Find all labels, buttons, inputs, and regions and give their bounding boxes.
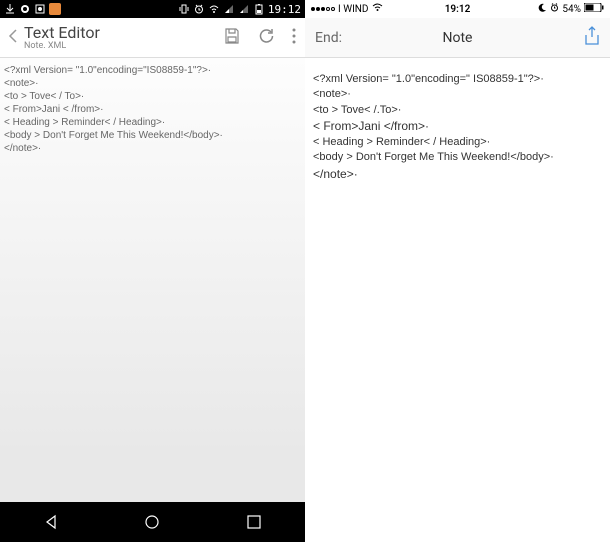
android-status-bar: 19:12	[0, 0, 305, 18]
code-line: <note>·	[313, 87, 602, 102]
code-line: <to > Tove< /.To>·	[313, 103, 602, 118]
save-icon[interactable]	[223, 27, 241, 49]
appbar-actions	[223, 27, 297, 49]
app-icon-1	[34, 3, 46, 15]
status-time: 19:12	[268, 3, 301, 16]
ios-status-bar: I WIND 19:12 54%	[305, 0, 610, 18]
ios-status-left: I WIND	[311, 3, 383, 15]
signal-dots-icon	[311, 7, 335, 11]
code-line: < From>Jani < /from>·	[4, 103, 301, 116]
signal-icon-2	[238, 3, 250, 15]
ios-note-content[interactable]: <?xml Version= "1.0"encoding=" IS08859-1…	[305, 58, 610, 542]
share-button[interactable]	[584, 26, 600, 50]
code-line: <to > Tove< / To>·	[4, 90, 301, 103]
status-right-icons: 19:12	[178, 3, 301, 16]
refresh-icon[interactable]	[257, 27, 275, 49]
back-button[interactable]: End:	[315, 30, 342, 46]
code-line: </note>·	[313, 166, 602, 183]
android-app-bar: Text Editor Note. XML	[0, 18, 305, 58]
dnd-icon	[538, 3, 547, 15]
battery-icon	[584, 3, 604, 15]
nav-title: Note	[443, 30, 473, 46]
app-subtitle: Note. XML	[24, 41, 223, 51]
android-editor-content[interactable]: <?xml Version= "1.0"encoding="IS08859-1"…	[0, 58, 305, 502]
signal-icon-1	[223, 3, 235, 15]
android-nav-bar	[0, 502, 305, 542]
battery-icon	[253, 3, 265, 15]
ios-screen: I WIND 19:12 54% End: Note <?xml Version	[305, 0, 610, 542]
alarm-icon	[550, 3, 559, 15]
code-line: <note>·	[4, 77, 301, 90]
alarm-icon	[193, 3, 205, 15]
wifi-icon	[208, 3, 220, 15]
android-screen: 19:12 Text Editor Note. XML <?xml Versio…	[0, 0, 305, 542]
code-line: <?xml Version= "1.0"encoding="IS08859-1"…	[4, 64, 301, 77]
firefox-icon	[19, 3, 31, 15]
app-icon-2	[49, 3, 61, 15]
carrier-label: I WIND	[338, 4, 369, 15]
nav-home-button[interactable]	[142, 512, 162, 532]
download-icon	[4, 3, 16, 15]
ios-status-right: 54%	[538, 3, 604, 15]
code-line: <body > Don't Forget Me This Weekend!</b…	[4, 129, 301, 142]
app-title: Text Editor	[24, 24, 223, 42]
code-line: < Heading > Reminder< / Heading>·	[4, 116, 301, 129]
status-left-icons	[4, 3, 61, 15]
ios-status-time: 19:12	[445, 4, 471, 15]
code-line: <body > Don't Forget Me This Weekend!</b…	[313, 150, 602, 165]
nav-back-button[interactable]	[41, 512, 61, 532]
code-line: < From>Jani </from>·	[313, 118, 602, 135]
code-line: <?xml Version= "1.0"encoding=" IS08859-1…	[313, 72, 602, 87]
nav-recent-button[interactable]	[244, 512, 264, 532]
battery-percent: 54%	[562, 4, 581, 15]
appbar-titles: Text Editor Note. XML	[24, 24, 223, 52]
code-line: </note>·	[4, 142, 301, 155]
back-button[interactable]	[8, 28, 20, 48]
ios-nav-bar: End: Note	[305, 18, 610, 58]
wifi-icon	[372, 3, 383, 15]
code-line: < Heading > Reminder< / Heading>·	[313, 135, 602, 150]
vibrate-icon	[178, 3, 190, 15]
overflow-menu-icon[interactable]	[291, 27, 297, 49]
